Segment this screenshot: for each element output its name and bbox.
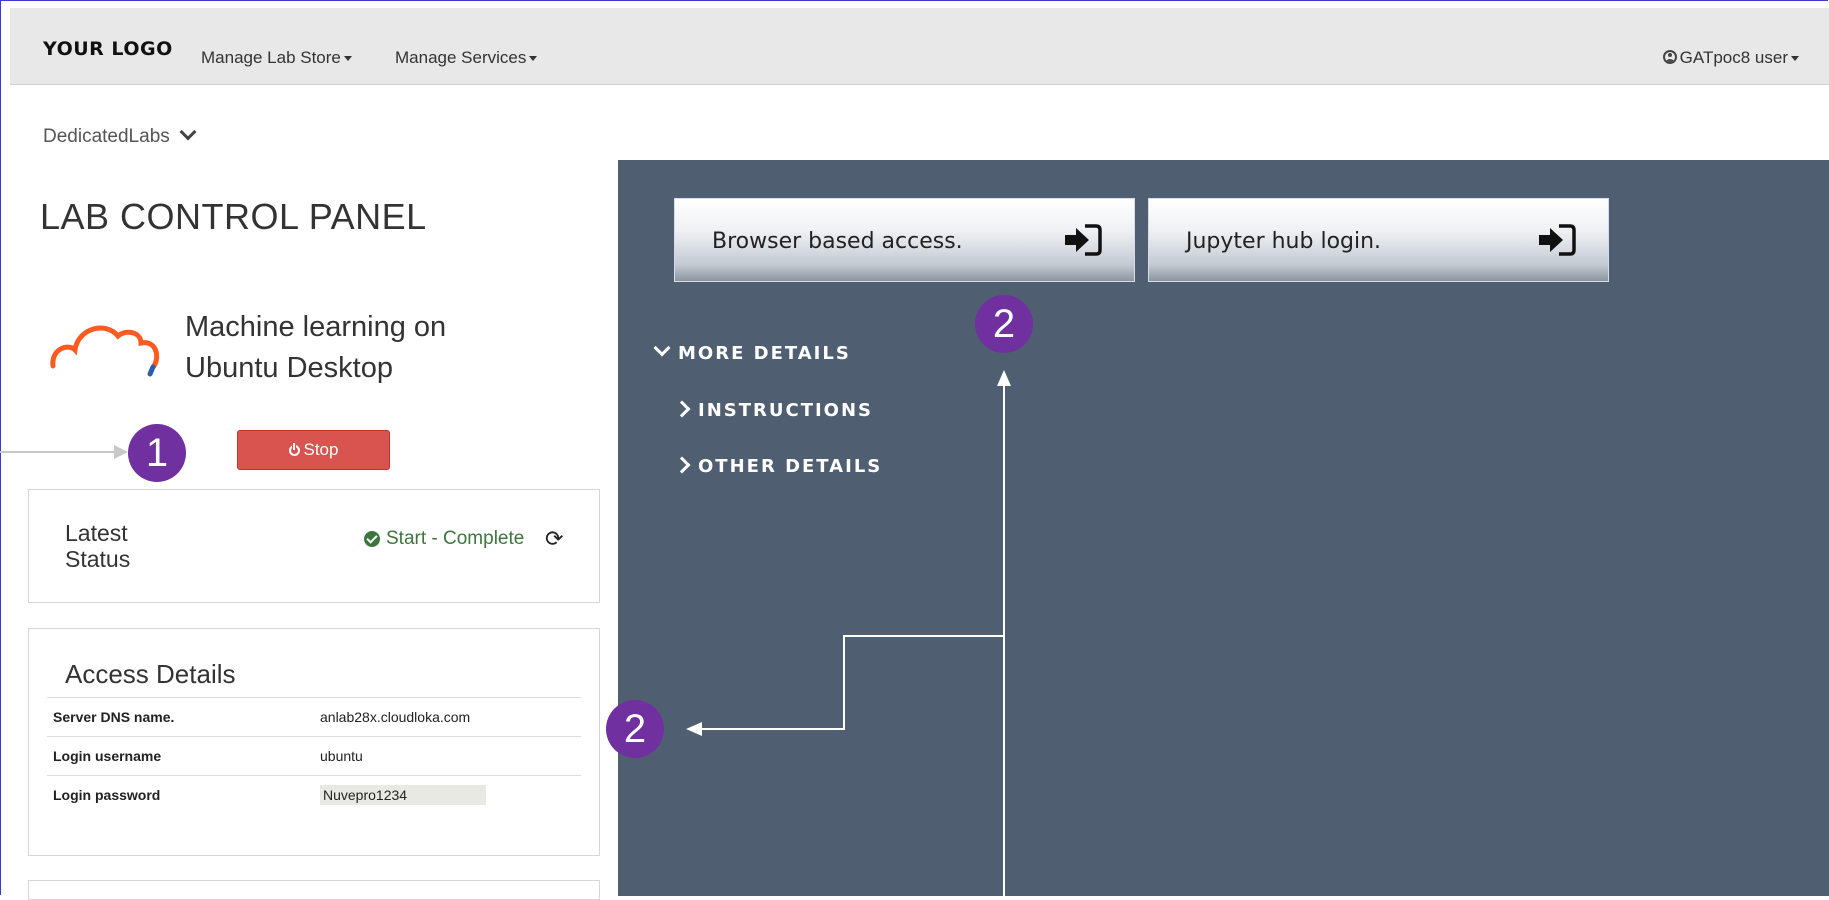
annotation-badge-1: 1 [128,424,186,482]
annotation-badge-2-left: 2 [606,700,664,758]
annotation-badge-2-top: 2 [975,295,1033,353]
annotation-arrows [0,370,1011,896]
